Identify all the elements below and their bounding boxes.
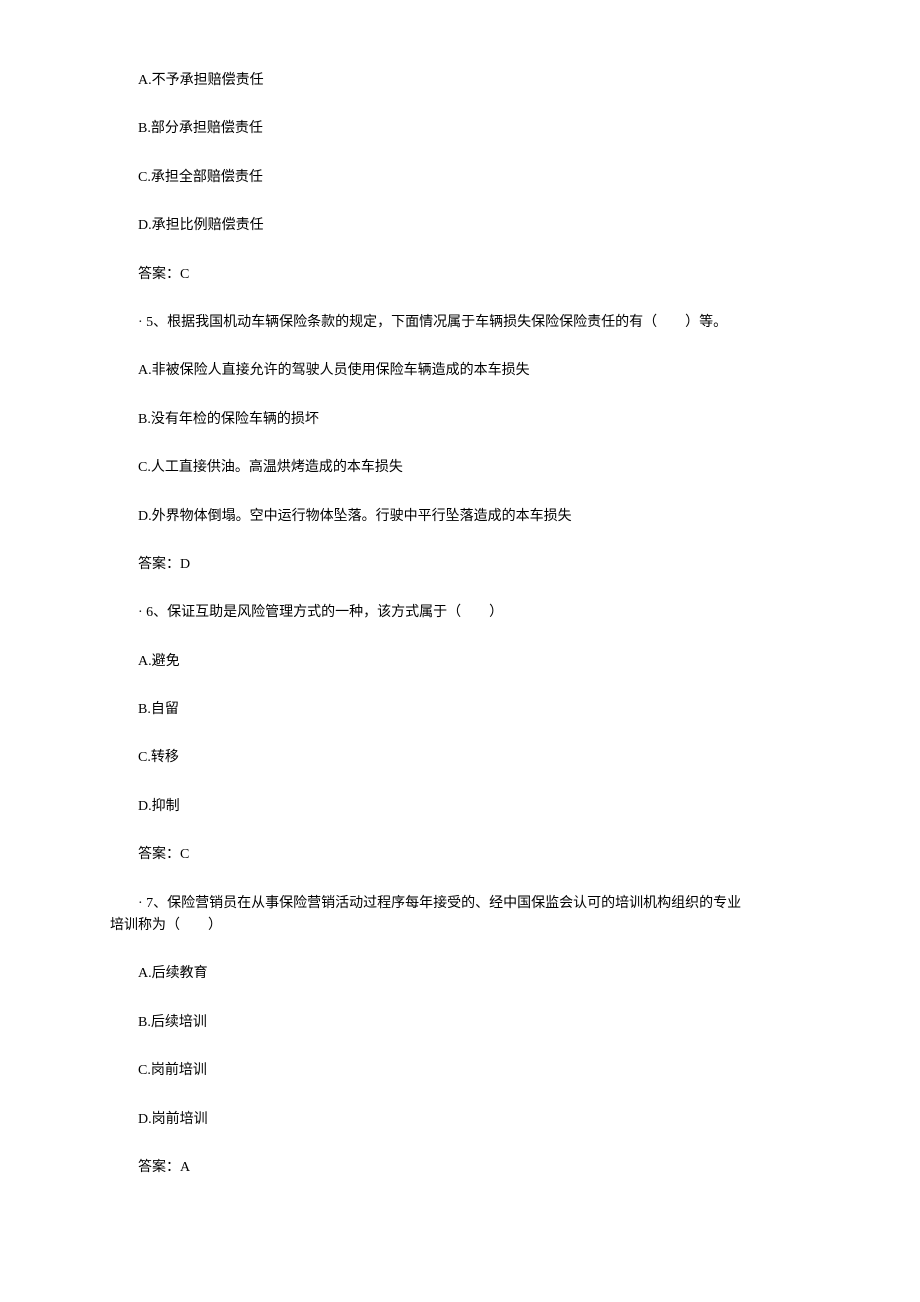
option-a: A.避免 [110,651,810,673]
answer: 答案：C [110,844,810,866]
answer: 答案：D [110,554,810,576]
option-d: D.岗前培训 [110,1109,810,1131]
option-b: B.自留 [110,699,810,721]
question-stem: · 5、根据我国机动车辆保险条款的规定，下面情况属于车辆损失保险保险责任的有（ … [110,312,810,334]
stem-line: 培训称为（ ） [110,915,810,937]
option-c: C.转移 [110,747,810,769]
stem-line: · 7、保险营销员在从事保险营销活动过程序每年接受的、经中国保监会认可的培训机构… [110,893,810,915]
option-b: B.没有年检的保险车辆的损坏 [110,409,810,431]
option-c: C.岗前培训 [110,1060,810,1082]
option-d: D.承担比例赔偿责任 [110,215,810,237]
answer: 答案：A [110,1157,810,1179]
option-c: C.承担全部赔偿责任 [110,167,810,189]
option-a: A.不予承担赔偿责任 [110,70,810,92]
option-d: D.抑制 [110,796,810,818]
option-d: D.外界物体倒塌。空中运行物体坠落。行驶中平行坠落造成的本车损失 [110,506,810,528]
answer: 答案：C [110,264,810,286]
question-stem: · 6、保证互助是风险管理方式的一种，该方式属于（ ） [110,602,810,624]
option-a: A.后续教育 [110,963,810,985]
option-a: A.非被保险人直接允许的驾驶人员使用保险车辆造成的本车损失 [110,360,810,382]
option-c: C.人工直接供油。高温烘烤造成的本车损失 [110,457,810,479]
option-b: B.后续培训 [110,1012,810,1034]
option-b: B.部分承担赔偿责任 [110,118,810,140]
question-stem: · 7、保险营销员在从事保险营销活动过程序每年接受的、经中国保监会认可的培训机构… [110,893,810,938]
